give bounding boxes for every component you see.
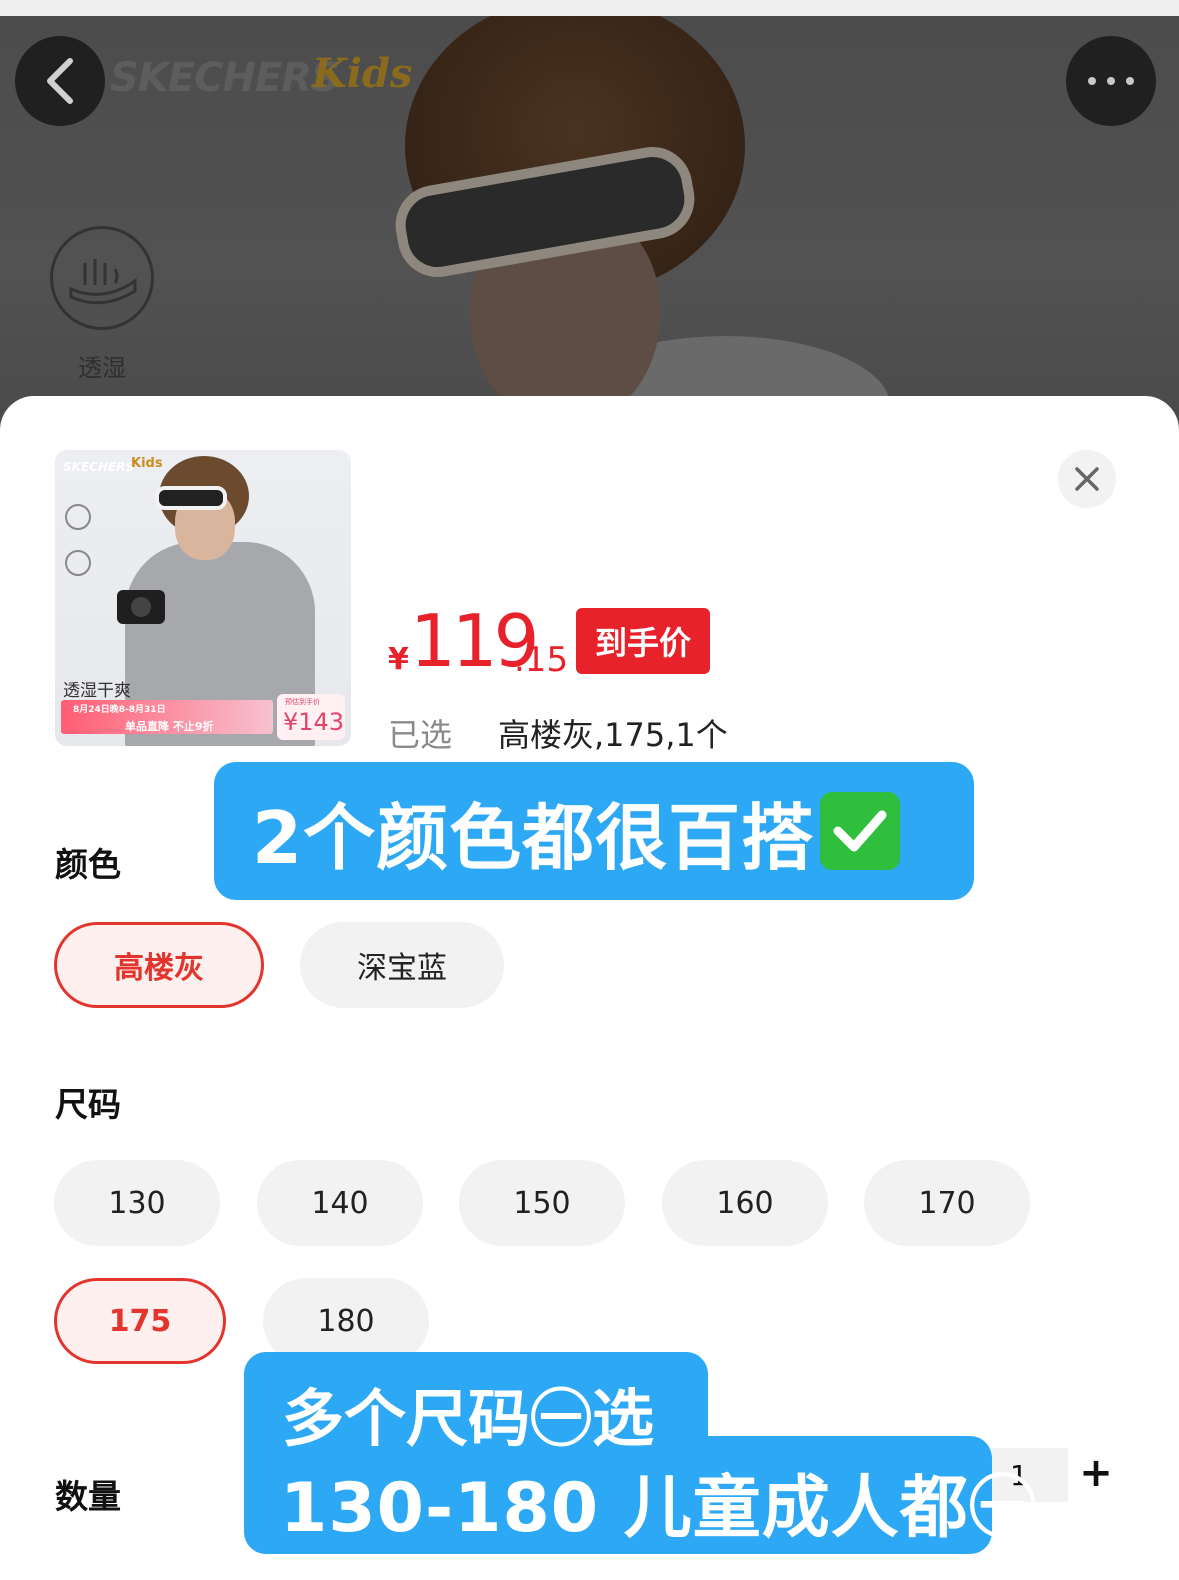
checkmark-icon	[820, 792, 901, 870]
price-decimal: .15	[514, 640, 569, 680]
selected-value: 高楼灰,175,1个	[498, 716, 728, 754]
color-option-navy[interactable]: 深宝蓝	[300, 922, 504, 1008]
thumb-stretch-icon	[65, 550, 91, 576]
hero-kids-logo: Kids	[312, 50, 413, 97]
product-thumbnail[interactable]: SKECHERS Kids 透湿干爽 8月24日晚8-8月31日 单品直降 不止…	[55, 450, 351, 746]
thumb-brand: SKECHERS	[63, 460, 135, 474]
status-strip	[0, 0, 1179, 16]
colors-note-text: 2个颜色都很百搭	[252, 795, 815, 880]
color-section-title: 颜色	[55, 845, 121, 884]
selected-label: 已选	[388, 716, 453, 754]
thumb-tagline: 透湿干爽	[63, 681, 131, 701]
sizes-note-line1: 多个尺码㊀选	[282, 1382, 655, 1455]
back-button[interactable]	[15, 36, 105, 126]
price-currency: ¥	[388, 642, 409, 677]
thumb-promo-date: 8月24日晚8-8月31日	[73, 705, 166, 715]
more-options-button[interactable]	[1066, 36, 1156, 126]
thumb-price: ¥143	[283, 708, 345, 736]
color-option-gray[interactable]: 高楼灰	[54, 922, 264, 1008]
size-option-150[interactable]: 150	[459, 1160, 625, 1246]
size-option-160[interactable]: 160	[662, 1160, 828, 1246]
size-section-title: 尺码	[55, 1085, 121, 1124]
feature-label: 透湿	[78, 354, 126, 382]
breathable-feature-icon	[50, 226, 154, 330]
more-dots-icon	[1088, 77, 1134, 85]
thumb-sunglasses	[155, 486, 227, 510]
close-icon	[1075, 467, 1099, 491]
size-option-170[interactable]: 170	[864, 1160, 1030, 1246]
chevron-left-icon	[47, 58, 73, 104]
sizes-note-line2: 130-180 儿童成人都㊀	[280, 1469, 1038, 1548]
size-option-140[interactable]: 140	[257, 1160, 423, 1246]
thumb-promo-main: 单品直降 不止9折	[125, 720, 214, 733]
quantity-increase-button[interactable]: +	[1078, 1446, 1114, 1500]
thumb-breathable-icon	[65, 504, 91, 530]
colors-note-sticker: 2个颜色都很百搭	[214, 762, 974, 900]
size-option-175[interactable]: 175	[54, 1278, 226, 1364]
thumb-price-caption: 预估到手价	[285, 698, 320, 706]
size-option-130[interactable]: 130	[54, 1160, 220, 1246]
final-price-badge: 到手价	[576, 608, 710, 674]
thumb-kids: Kids	[131, 456, 163, 471]
quantity-section-title: 数量	[55, 1477, 121, 1516]
close-button[interactable]	[1058, 450, 1116, 508]
camera-icon	[117, 590, 165, 624]
hero-brand-logo: SKECHERS	[110, 55, 340, 101]
